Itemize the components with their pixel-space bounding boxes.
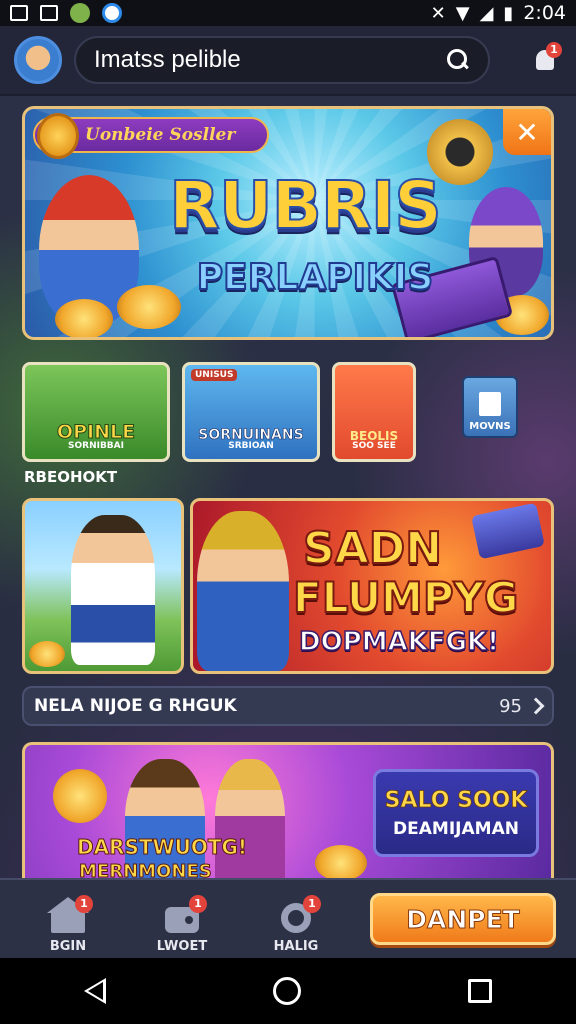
tile-sublabel: SRBIOAN [228, 441, 274, 451]
nav-label: LWOET [156, 939, 208, 954]
close-icon: ✕ [515, 115, 539, 149]
search-bar[interactable]: Imatss pelible [74, 36, 490, 84]
search-input[interactable]: Imatss pelible [94, 46, 446, 74]
home-button-icon[interactable] [272, 977, 301, 1005]
category-label: NELA NIJOE G RHGUK [34, 696, 237, 716]
tile-label: OPINLE [56, 421, 136, 443]
search-icon[interactable] [446, 48, 470, 72]
game-tile[interactable]: BEOLIS SOO SEE [332, 362, 416, 462]
gem-art [471, 502, 545, 560]
system-nav-bar [0, 958, 576, 1024]
nav-item-wallet[interactable]: 1 LWOET [134, 884, 230, 954]
promo-line1: SADN [302, 522, 443, 575]
category-row[interactable]: NELA NIJOE G RHGUK 95 [22, 686, 554, 726]
game-tile[interactable]: OPINLE SORNIBBAI [22, 362, 170, 462]
coin-icon [37, 113, 79, 159]
promo-card-right[interactable]: SADN FLUMPYG DOPMAKFGK! [190, 498, 554, 674]
battery-icon: ▮ [503, 2, 514, 24]
gallery-icon [40, 5, 58, 21]
avatar[interactable] [14, 36, 62, 84]
signal-icon: ◢ [479, 2, 494, 24]
recents-icon[interactable] [468, 979, 493, 1003]
document-icon [479, 392, 501, 416]
close-button[interactable]: ✕ [503, 109, 551, 155]
character-art [197, 511, 289, 671]
tile-sublabel: SOO SEE [352, 441, 396, 451]
game-tile[interactable]: UNISUS SORNUINANS SRBIOAN [182, 362, 320, 462]
notification-badge: 1 [546, 42, 562, 58]
coin-art [55, 299, 113, 337]
back-icon[interactable] [83, 978, 106, 1004]
nav-label: HALIG [273, 939, 319, 954]
hero-subtitle: PERLAPIKIS [196, 256, 435, 299]
character-art [71, 515, 155, 665]
deposit-button[interactable]: DANPET [370, 893, 556, 945]
coin-art [117, 285, 181, 329]
event-banner[interactable]: DARSTWUOTG! MERNMONES SALO SOOK DEAMIJAM… [22, 742, 554, 880]
coin-art [53, 769, 107, 823]
nav-badge: 1 [75, 895, 93, 913]
nav-item-home[interactable]: 1 BGIN [20, 884, 116, 954]
coin-art [315, 845, 367, 880]
nav-label: BGIN [49, 939, 87, 954]
category-count: 95 [499, 695, 522, 717]
nav-badge: 1 [189, 895, 207, 913]
banner-cta-sub: DEAMIJAMAN [393, 818, 519, 839]
tile-tag: UNISUS [191, 369, 238, 381]
hero-title: RUBRIS [168, 166, 443, 245]
notification-button[interactable]: 1 [528, 40, 562, 80]
banner-cta-title: SALO SOOK [384, 787, 528, 813]
hero-tag: Uonbeie Sosller [33, 113, 269, 159]
promo-card-left[interactable] [22, 498, 184, 674]
app-header: Imatss pelible 1 [0, 26, 576, 96]
nav-item-ring[interactable]: 1 HALIG [248, 884, 344, 954]
promo-line2: FLUMPYG [292, 572, 520, 623]
game-tile[interactable]: MOVNS [462, 376, 518, 438]
tile-sublabel: SORNIBBAI [68, 441, 124, 451]
banner-line1: DARSTWUOTG! [76, 835, 248, 860]
mute-icon: ✕ [430, 2, 446, 24]
coin-art [29, 641, 65, 667]
promo-line3: DOPMAKFGK! [298, 626, 500, 658]
nav-badge: 1 [303, 895, 321, 913]
hero-tag-label: Uonbeie Sosller [85, 125, 236, 145]
bottom-nav: 1 BGIN 1 LWOET 1 HALIG DANPET [0, 878, 576, 958]
banner-cta-box[interactable]: SALO SOOK DEAMIJAMAN [373, 769, 539, 857]
character-art [215, 759, 285, 880]
game-tiles: OPINLE SORNIBBAI UNISUS SORNUINANS SRBIO… [22, 362, 562, 462]
status-bar: ✕ ▼ ◢ ▮ 2:04 [0, 0, 576, 26]
chevron-right-icon [527, 697, 545, 715]
gallery-icon [10, 5, 28, 21]
clock: 2:04 [523, 2, 566, 24]
app-icon [70, 3, 90, 23]
hero-banner[interactable]: Uonbeie Sosller RUBRIS PERLAPIKIS ✕ [22, 106, 554, 340]
section-label: RBEOHOKT [24, 468, 118, 486]
home-icon [47, 897, 89, 933]
tile-label: MOVNS [469, 421, 511, 432]
wifi-icon: ▼ [455, 2, 470, 24]
app-icon [102, 3, 122, 23]
